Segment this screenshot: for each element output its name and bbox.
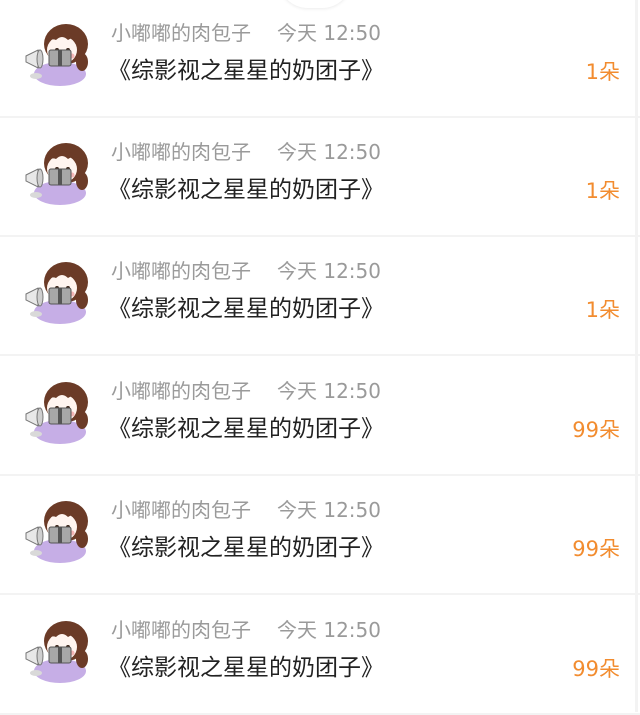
book-title[interactable]: 《综影视之星星的奶团子》 [108, 652, 384, 684]
username[interactable]: 小嘟嘟的肉包子 [111, 138, 251, 166]
timestamp: 今天 12:50 [277, 379, 381, 403]
divider [0, 354, 640, 356]
avatar[interactable] [22, 374, 92, 444]
list-item[interactable]: 小嘟嘟的肉包子 今天 12:50 《综影视之星星的奶团子》 99朵 [0, 357, 640, 476]
username[interactable]: 小嘟嘟的肉包子 [111, 257, 251, 285]
list-item[interactable]: 小嘟嘟的肉包子 今天 12:50 《综影视之星星的奶团子》 99朵 [0, 476, 640, 595]
timestamp: 今天 12:50 [277, 259, 381, 283]
divider [0, 593, 640, 595]
book-title[interactable]: 《综影视之星星的奶团子》 [108, 532, 384, 564]
timestamp: 今天 12:50 [277, 498, 381, 522]
avatar[interactable] [22, 135, 92, 205]
avatar[interactable] [22, 613, 92, 683]
girl-avatar-icon [25, 621, 88, 683]
username[interactable]: 小嘟嘟的肉包子 [111, 377, 251, 405]
list-item[interactable]: 小嘟嘟的肉包子 今天 12:50 《综影视之星星的奶团子》 1朵 [0, 118, 640, 237]
girl-avatar-icon [25, 262, 88, 324]
flower-count: 99朵 [572, 537, 620, 561]
book-title[interactable]: 《综影视之星星的奶团子》 [108, 174, 384, 206]
flower-count: 1朵 [585, 179, 620, 203]
avatar[interactable] [22, 16, 92, 86]
girl-avatar-icon [25, 143, 88, 205]
avatar[interactable] [22, 254, 92, 324]
username[interactable]: 小嘟嘟的肉包子 [111, 616, 251, 644]
timestamp: 今天 12:50 [277, 618, 381, 642]
list-item[interactable]: 小嘟嘟的肉包子 今天 12:50 《综影视之星星的奶团子》 99朵 [0, 596, 640, 715]
timestamp: 今天 12:50 [277, 21, 381, 45]
girl-avatar-icon [25, 382, 88, 444]
timestamp: 今天 12:50 [277, 140, 381, 164]
flower-count: 1朵 [585, 298, 620, 322]
username[interactable]: 小嘟嘟的肉包子 [111, 496, 251, 524]
username[interactable]: 小嘟嘟的肉包子 [111, 19, 251, 47]
girl-avatar-icon [25, 501, 88, 563]
flower-count: 1朵 [585, 60, 620, 84]
book-title[interactable]: 《综影视之星星的奶团子》 [108, 413, 384, 445]
list-item[interactable]: 小嘟嘟的肉包子 今天 12:50 《综影视之星星的奶团子》 1朵 [0, 0, 640, 118]
flower-count: 99朵 [572, 418, 620, 442]
list-item[interactable]: 小嘟嘟的肉包子 今天 12:50 《综影视之星星的奶团子》 1朵 [0, 237, 640, 356]
book-title[interactable]: 《综影视之星星的奶团子》 [108, 293, 384, 325]
avatar[interactable] [22, 493, 92, 563]
book-title[interactable]: 《综影视之星星的奶团子》 [108, 55, 384, 87]
girl-avatar-icon [25, 24, 88, 86]
scrollbar[interactable] [635, 0, 638, 712]
flower-count: 99朵 [572, 657, 620, 681]
